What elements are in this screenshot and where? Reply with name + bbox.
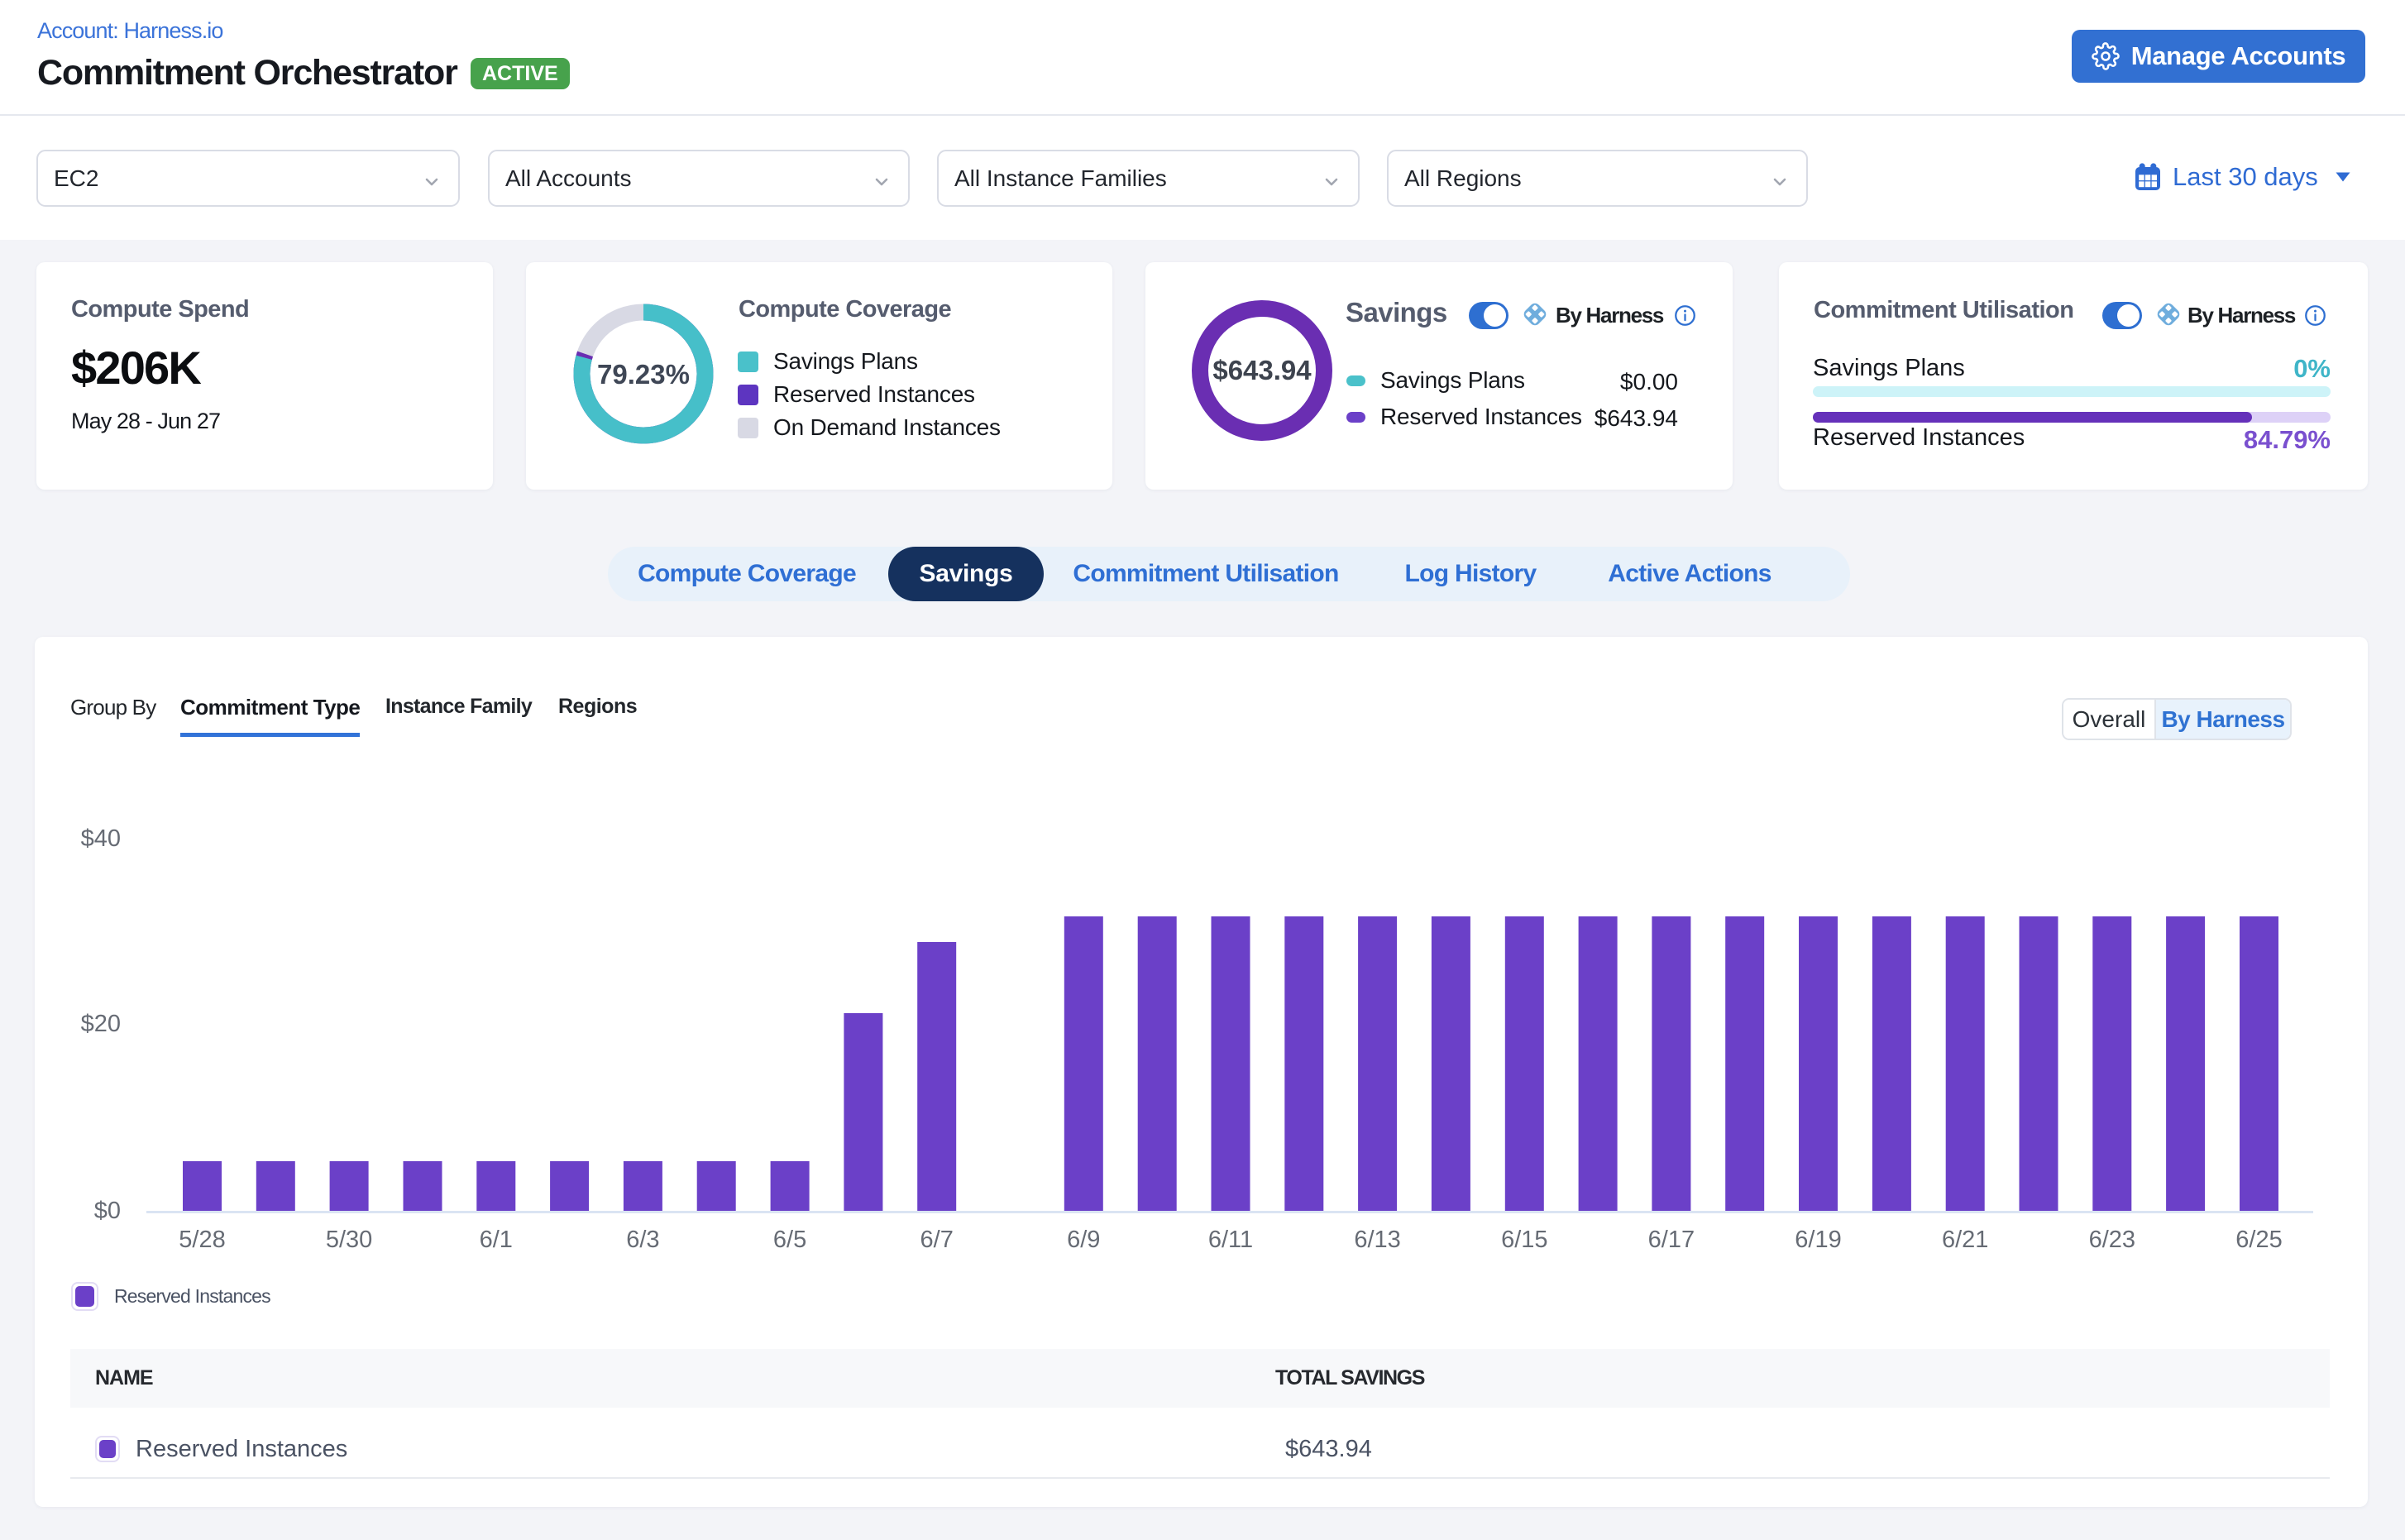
svg-text:6/3: 6/3 (626, 1227, 659, 1253)
svg-text:6/19: 6/19 (1795, 1227, 1841, 1253)
svg-text:$40: $40 (81, 825, 121, 852)
svg-text:6/17: 6/17 (1648, 1227, 1695, 1253)
svg-text:6/5: 6/5 (773, 1227, 806, 1253)
svg-text:6/7: 6/7 (920, 1227, 954, 1253)
svg-text:6/9: 6/9 (1067, 1227, 1100, 1253)
svg-text:6/21: 6/21 (1942, 1227, 1988, 1253)
svg-text:79.23%: 79.23% (597, 359, 690, 390)
svg-text:$643.94: $643.94 (1212, 355, 1312, 385)
svg-text:$0: $0 (94, 1198, 121, 1224)
svg-text:6/25: 6/25 (2235, 1227, 2282, 1253)
svg-text:5/30: 5/30 (326, 1227, 372, 1253)
svg-text:6/23: 6/23 (2089, 1227, 2135, 1253)
svg-text:$20: $20 (81, 1011, 121, 1037)
svg-text:6/13: 6/13 (1354, 1227, 1400, 1253)
svg-text:6/15: 6/15 (1501, 1227, 1547, 1253)
svg-text:5/28: 5/28 (179, 1227, 225, 1253)
svg-text:6/11: 6/11 (1208, 1227, 1253, 1253)
svg-text:6/1: 6/1 (480, 1227, 513, 1253)
